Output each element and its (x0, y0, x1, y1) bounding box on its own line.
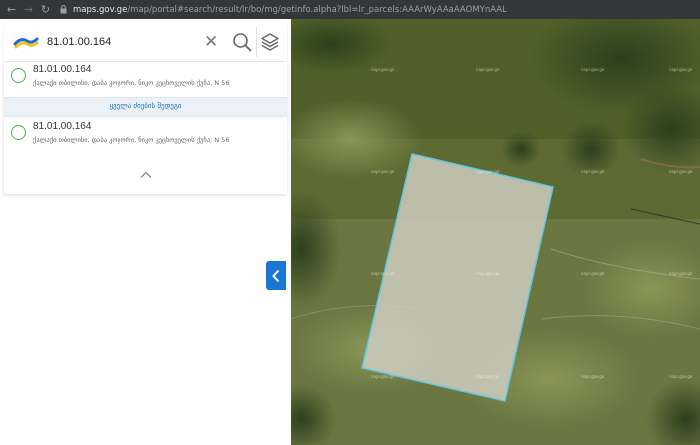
result-address: ქალაქი თბილისი, დაბა კოჯორი, ნიკო კეცხოვ… (33, 79, 230, 87)
map-watermark: napr.gov.ge (371, 169, 395, 174)
all-results-link[interactable]: ყველა ძიების შედეგი (4, 102, 287, 110)
map-watermark: napr.gov.ge (476, 271, 500, 276)
map-watermark: napr.gov.ge (371, 271, 395, 276)
browser-toolbar: ← → ↻ maps.gov.ge/map/portal#search/resu… (0, 0, 700, 19)
map-watermark: napr.gov.ge (581, 271, 605, 276)
result-title: 81.01.00.164 (33, 64, 92, 75)
reload-icon[interactable]: ↻ (37, 3, 54, 16)
forward-icon[interactable]: → (20, 3, 37, 16)
map-watermark: napr.gov.ge (371, 67, 395, 72)
map-watermark: napr.gov.ge (669, 374, 693, 379)
map-watermark: napr.gov.ge (476, 374, 500, 379)
back-icon[interactable]: ← (3, 3, 20, 16)
search-input[interactable] (47, 36, 197, 48)
map-watermark: napr.gov.ge (581, 67, 605, 72)
all-results-bar: ყველა ძიების შედეგი (4, 97, 287, 117)
url-host: maps.gov.ge (73, 4, 128, 15)
chevron-left-icon (272, 269, 280, 282)
url-path: /map/portal#search/result/lr/bo/mg/getin… (127, 4, 507, 15)
map-watermark: napr.gov.ge (669, 271, 693, 276)
search-icon[interactable] (232, 32, 252, 52)
layers-icon[interactable] (260, 32, 280, 52)
map-watermark: napr.gov.ge (476, 169, 500, 174)
lock-icon (60, 5, 67, 14)
toolbar-divider (256, 27, 257, 57)
map-view[interactable]: napr.gov.ge napr.gov.ge napr.gov.ge napr… (291, 19, 700, 445)
map-watermark: napr.gov.ge (476, 67, 500, 72)
satellite-imagery (291, 19, 700, 445)
search-bar: ✕ (4, 23, 287, 61)
map-watermark: napr.gov.ge (371, 374, 395, 379)
chevron-up-icon[interactable] (140, 170, 152, 180)
results-list: 81.01.00.164 ქალაქი თბილისი, დაბა კოჯორი… (4, 62, 287, 194)
result-address: ქალაქი თბილისი, დაბა კოჯორი, ნიკო კეცხოვ… (33, 136, 230, 144)
logo-icon[interactable] (13, 32, 39, 52)
collapse-panel-button[interactable] (266, 261, 286, 290)
map-watermark: napr.gov.ge (669, 169, 693, 174)
search-panel: ✕ 81.01.00.164 ქალაქი თბილისი, დაბა კოჯო… (0, 19, 291, 445)
map-watermark: napr.gov.ge (669, 67, 693, 72)
result-item[interactable]: 81.01.00.164 ქალაქი თბილისი, დაბა კოჯორი… (4, 119, 287, 151)
address-bar[interactable]: maps.gov.ge/map/portal#search/result/lr/… (60, 2, 507, 17)
result-radio[interactable] (11, 68, 26, 83)
result-item[interactable]: 81.01.00.164 ქალაქი თბილისი, დაბა კოჯორი… (4, 62, 287, 94)
result-radio[interactable] (11, 125, 26, 140)
result-title: 81.01.00.164 (33, 121, 92, 132)
map-watermark: napr.gov.ge (581, 374, 605, 379)
map-watermark: napr.gov.ge (581, 169, 605, 174)
clear-icon[interactable]: ✕ (204, 32, 218, 52)
